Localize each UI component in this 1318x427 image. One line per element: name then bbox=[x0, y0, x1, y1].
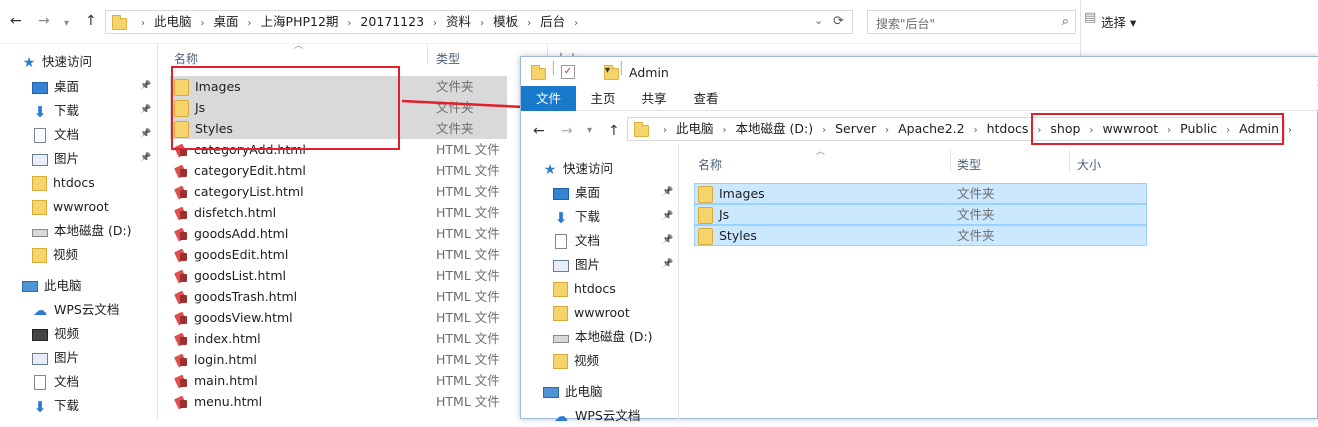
sidebar-item[interactable]: 图片 bbox=[553, 254, 600, 276]
pane-divider bbox=[678, 145, 679, 419]
star-icon: ★ bbox=[543, 161, 557, 178]
tab-home[interactable]: 主页 bbox=[588, 86, 618, 111]
properties-icon[interactable]: ✓ bbox=[561, 65, 575, 79]
download-icon: ⬇ bbox=[554, 208, 568, 227]
sidebar-item-label: 快速访问 bbox=[563, 161, 614, 176]
forward-arrow-icon[interactable]: → bbox=[561, 123, 573, 139]
ribbon-tabs: 文件 主页 共享 查看 bbox=[521, 86, 1318, 111]
column-header-size[interactable]: 大小 bbox=[1077, 156, 1101, 173]
sidebar-item-label: 此电脑 bbox=[565, 384, 603, 399]
sidebar-item[interactable]: 此电脑 bbox=[543, 381, 603, 403]
selection-highlight bbox=[694, 225, 1147, 246]
breadcrumb-separator-icon[interactable]: › bbox=[654, 125, 676, 136]
sidebar-item[interactable]: htdocs bbox=[553, 278, 616, 300]
list-item[interactable]: Styles bbox=[698, 225, 757, 246]
folder-icon bbox=[553, 354, 568, 369]
pin-icon[interactable]: 📌 bbox=[662, 211, 673, 221]
sidebar-item[interactable]: ☁ WPS云文档 bbox=[553, 405, 640, 427]
file-name: Images bbox=[719, 186, 765, 201]
breadcrumb-separator-icon[interactable]: › bbox=[965, 125, 987, 136]
sidebar-item[interactable]: wwwroot bbox=[553, 302, 630, 324]
list-item[interactable]: Images bbox=[698, 183, 765, 204]
folder-icon bbox=[698, 186, 713, 203]
folder-icon bbox=[553, 282, 568, 297]
pin-icon[interactable]: 📌 bbox=[662, 187, 673, 197]
breadcrumb-separator-icon[interactable]: › bbox=[714, 125, 736, 136]
file-name: Styles bbox=[719, 228, 757, 243]
folder-icon bbox=[698, 228, 713, 245]
folder-icon bbox=[553, 306, 568, 321]
highlight-box-path bbox=[1031, 113, 1284, 145]
sidebar-item-label: 本地磁盘 (D:) bbox=[575, 329, 653, 344]
document-icon bbox=[555, 234, 567, 249]
column-header-type[interactable]: 类型 bbox=[957, 156, 981, 173]
desktop-icon bbox=[553, 187, 569, 200]
breadcrumb-item[interactable]: htdocs bbox=[987, 121, 1029, 136]
sidebar-item-label: WPS云文档 bbox=[575, 408, 641, 423]
sort-up-icon: ︿ bbox=[816, 147, 826, 157]
breadcrumb-separator-icon[interactable]: › bbox=[876, 125, 898, 136]
sidebar-item[interactable]: ★ 快速访问 bbox=[543, 158, 613, 180]
sidebar-item-label: wwwroot bbox=[574, 305, 630, 320]
sidebar-item[interactable]: 视频 bbox=[553, 350, 599, 372]
column-divider bbox=[1069, 150, 1070, 172]
separator: | bbox=[619, 60, 624, 76]
pin-icon[interactable]: 📌 bbox=[662, 259, 673, 269]
sidebar-item-label: htdocs bbox=[574, 281, 616, 296]
tab-view[interactable]: 查看 bbox=[691, 86, 721, 111]
drive-icon bbox=[553, 335, 569, 343]
sidebar-item-label: 文档 bbox=[575, 233, 601, 248]
column-divider bbox=[950, 150, 951, 172]
tab-share[interactable]: 共享 bbox=[639, 86, 669, 111]
column-header-name[interactable]: 名称 bbox=[698, 156, 722, 173]
sidebar-item[interactable]: 桌面 bbox=[553, 182, 600, 204]
breadcrumb-separator-icon[interactable]: › bbox=[813, 125, 835, 136]
file-type: 文件夹 bbox=[957, 207, 995, 222]
pictures-icon bbox=[553, 259, 569, 272]
breadcrumb-item[interactable]: Apache2.2 bbox=[898, 121, 965, 136]
sidebar-item[interactable]: ⬇ 下载 bbox=[553, 206, 600, 228]
quick-access-toolbar-dropdown-icon[interactable]: ▾ bbox=[605, 65, 610, 76]
breadcrumb-item[interactable]: Server bbox=[835, 121, 876, 136]
file-type: 文件夹 bbox=[957, 228, 995, 243]
back-arrow-icon[interactable]: ← bbox=[533, 123, 545, 139]
window-title: Admin bbox=[629, 65, 669, 80]
file-name: Js bbox=[719, 207, 730, 222]
recent-locations-icon[interactable]: ▾ bbox=[587, 125, 592, 136]
tab-file[interactable]: 文件 bbox=[521, 86, 576, 111]
separator: | bbox=[551, 60, 556, 76]
cloud-icon: ☁ bbox=[554, 408, 568, 425]
folder-icon bbox=[531, 64, 546, 80]
up-arrow-icon[interactable]: ↑ bbox=[608, 123, 620, 139]
selection-highlight bbox=[694, 204, 1147, 225]
file-type: 文件夹 bbox=[957, 186, 995, 201]
breadcrumb-item[interactable]: 此电脑 bbox=[676, 121, 714, 136]
sidebar-item-label: 桌面 bbox=[575, 185, 601, 200]
computer-icon bbox=[543, 387, 559, 398]
sidebar-item[interactable]: 本地磁盘 (D:) bbox=[553, 326, 653, 348]
sidebar-item-label: 下载 bbox=[575, 209, 601, 224]
folder-icon bbox=[698, 207, 713, 224]
pin-icon[interactable]: 📌 bbox=[662, 235, 673, 245]
title-bar: | ✓ ▾ | Admin bbox=[521, 57, 1318, 85]
folder-icon bbox=[634, 121, 649, 137]
list-item[interactable]: Js bbox=[698, 204, 729, 225]
breadcrumb-item[interactable]: 本地磁盘 (D:) bbox=[736, 121, 814, 136]
sidebar-item-label: 视频 bbox=[574, 353, 600, 368]
sidebar-item-label: 图片 bbox=[575, 257, 601, 272]
sidebar-item[interactable]: 文档 bbox=[553, 230, 600, 252]
